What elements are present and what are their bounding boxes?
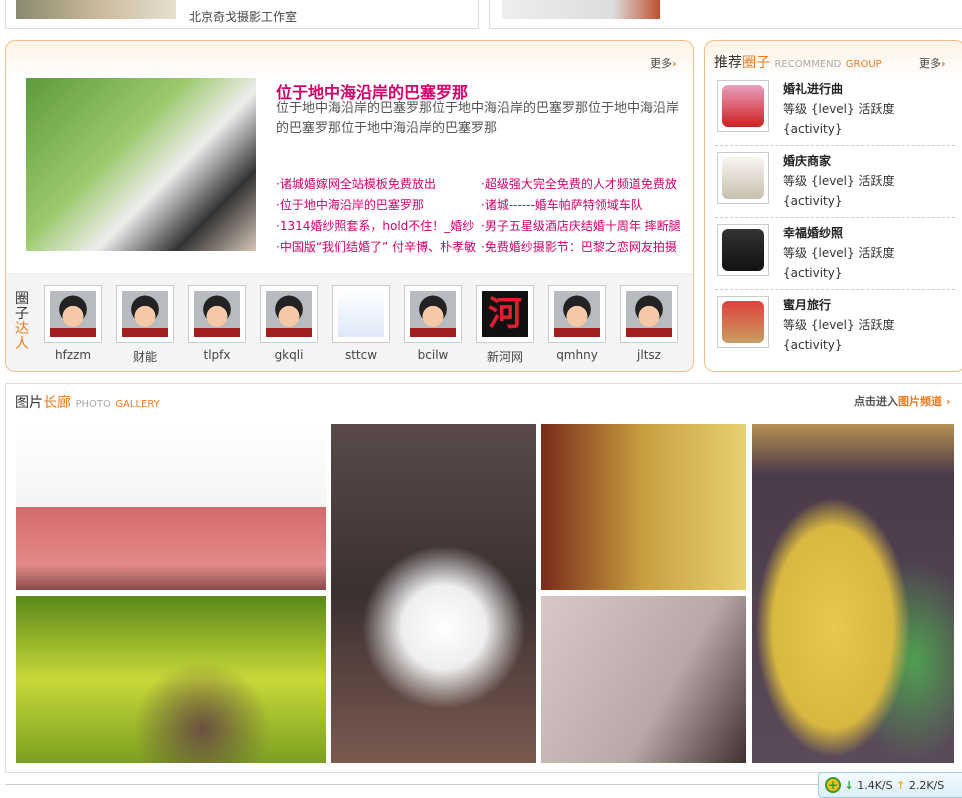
upload-arrow-icon: ↑ [896, 779, 906, 792]
group-thumbnail[interactable] [717, 80, 769, 132]
group-name[interactable]: 蜜月旅行 [783, 295, 895, 315]
divider [715, 217, 955, 218]
expert-name[interactable]: qmhny [548, 348, 606, 362]
expert-name[interactable]: jltsz [620, 348, 678, 362]
news-link[interactable]: ·男子五星级酒店庆结婚十周年 摔断腿 [481, 217, 681, 234]
expert-avatar[interactable] [44, 285, 102, 343]
download-speed: 1.4K/S [857, 779, 893, 792]
expert-avatar[interactable] [332, 285, 390, 343]
more-link[interactable]: 更多› [650, 55, 677, 71]
gallery-photo[interactable] [331, 424, 536, 763]
top-left-panel: 北京奇戈摄影工作室 [5, 0, 479, 29]
upload-speed: 2.2K/S [908, 779, 945, 792]
top-right-panel [489, 0, 962, 29]
group-name[interactable]: 幸福婚纱照 [783, 223, 895, 243]
group-item: 蜜月旅行 等级 {level} 活跃度 {activity} [783, 295, 895, 355]
expert-avatar[interactable] [116, 285, 174, 343]
expert-name[interactable]: gkqli [260, 348, 318, 362]
news-link[interactable]: ·超级强大完全免费的人才频道免费放 [481, 175, 681, 192]
gallery-photo[interactable] [541, 596, 746, 763]
more-label: 更多 [650, 57, 672, 70]
experts-strip: 圈子达人 hfzzm 财能 tlpfx gkqli sttcw bcilw 河新河网 qmhn… [6, 273, 693, 371]
expert-name[interactable]: 财能 [116, 348, 174, 365]
expert-avatar[interactable]: 河 [476, 285, 534, 343]
group-item: 幸福婚纱照 等级 {level} 活跃度 {activity} [783, 223, 895, 283]
netspeed-widget[interactable]: + ↓ 1.4K/S ↑ 2.2K/S [818, 772, 962, 798]
experts-label: 圈子达人 [15, 291, 29, 352]
gallery-photo[interactable] [16, 424, 326, 590]
news-link[interactable]: ·位于地中海沿岸的巴塞罗那 [276, 196, 476, 213]
download-arrow-icon: ↓ [844, 779, 854, 792]
expert-name[interactable]: tlpfx [188, 348, 246, 362]
feature-photo[interactable] [26, 78, 256, 251]
expert-avatar[interactable] [620, 285, 678, 343]
feature-description: 位于地中海沿岸的巴塞罗那位于地中海沿岸的巴塞罗那位于地中海沿岸的巴塞罗那位于地中… [276, 101, 680, 136]
expert-avatar[interactable] [548, 285, 606, 343]
gallery-photo[interactable] [16, 596, 326, 763]
groups-more-link[interactable]: 更多› [919, 55, 946, 71]
gallery-title: 图片长廊 PHOTO GALLERY [15, 395, 160, 411]
news-link[interactable]: ·中国版“我们结婚了” 付辛博、朴孝敏 [276, 238, 476, 255]
groups-title: 推荐圈子 RECOMMEND GROUP [714, 55, 882, 71]
group-thumbnail[interactable] [717, 152, 769, 204]
group-name[interactable]: 婚庆商家 [783, 151, 895, 171]
news-link[interactable]: ·免费婚纱摄影节：巴黎之恋网友拍摄 [481, 238, 681, 255]
divider [715, 289, 955, 290]
accelerator-icon: + [825, 777, 841, 793]
top-right-photo[interactable] [502, 0, 660, 19]
expert-name[interactable]: 新河网 [476, 348, 534, 365]
expert-avatar[interactable] [404, 285, 462, 343]
studio-link[interactable]: 北京奇戈摄影工作室 [189, 8, 297, 25]
group-item: 婚庆商家 等级 {level} 活跃度 {activity} [783, 151, 895, 211]
expert-name[interactable]: bcilw [404, 348, 462, 362]
news-link[interactable]: ·1314婚纱照套系，hold不住！_婚纱 [276, 217, 476, 234]
news-link[interactable]: ·诸城婚嫁网全站模板免费放出 [276, 175, 476, 192]
expert-name[interactable]: hfzzm [44, 348, 102, 362]
recommend-groups-panel: 推荐圈子 RECOMMEND GROUP 更多› 婚礼进行曲 等级 {level… [704, 40, 962, 372]
studio-photo[interactable] [16, 0, 176, 19]
gallery-photo[interactable] [752, 424, 954, 763]
gallery-photo[interactable] [541, 424, 746, 590]
photo-gallery-panel: 图片长廊 PHOTO GALLERY 点击进入图片频道 › [5, 383, 962, 773]
group-thumbnail[interactable] [717, 224, 769, 276]
group-item: 婚礼进行曲 等级 {level} 活跃度 {activity} [783, 79, 895, 139]
divider [715, 145, 955, 146]
news-link[interactable]: ·诸城------婚车帕萨特领域车队 [481, 196, 681, 213]
group-thumbnail[interactable] [717, 296, 769, 348]
expert-name[interactable]: sttcw [332, 348, 390, 362]
group-name[interactable]: 婚礼进行曲 [783, 79, 895, 99]
feature-panel: 更多› 位于地中海沿岸的巴塞罗那 位于地中海沿岸的巴塞罗那位于地中海沿岸的巴塞罗… [5, 40, 694, 372]
expert-avatar[interactable] [188, 285, 246, 343]
bottom-divider [5, 784, 825, 785]
expert-avatar[interactable] [260, 285, 318, 343]
enter-gallery-link[interactable]: 点击进入图片频道 › [854, 393, 950, 409]
